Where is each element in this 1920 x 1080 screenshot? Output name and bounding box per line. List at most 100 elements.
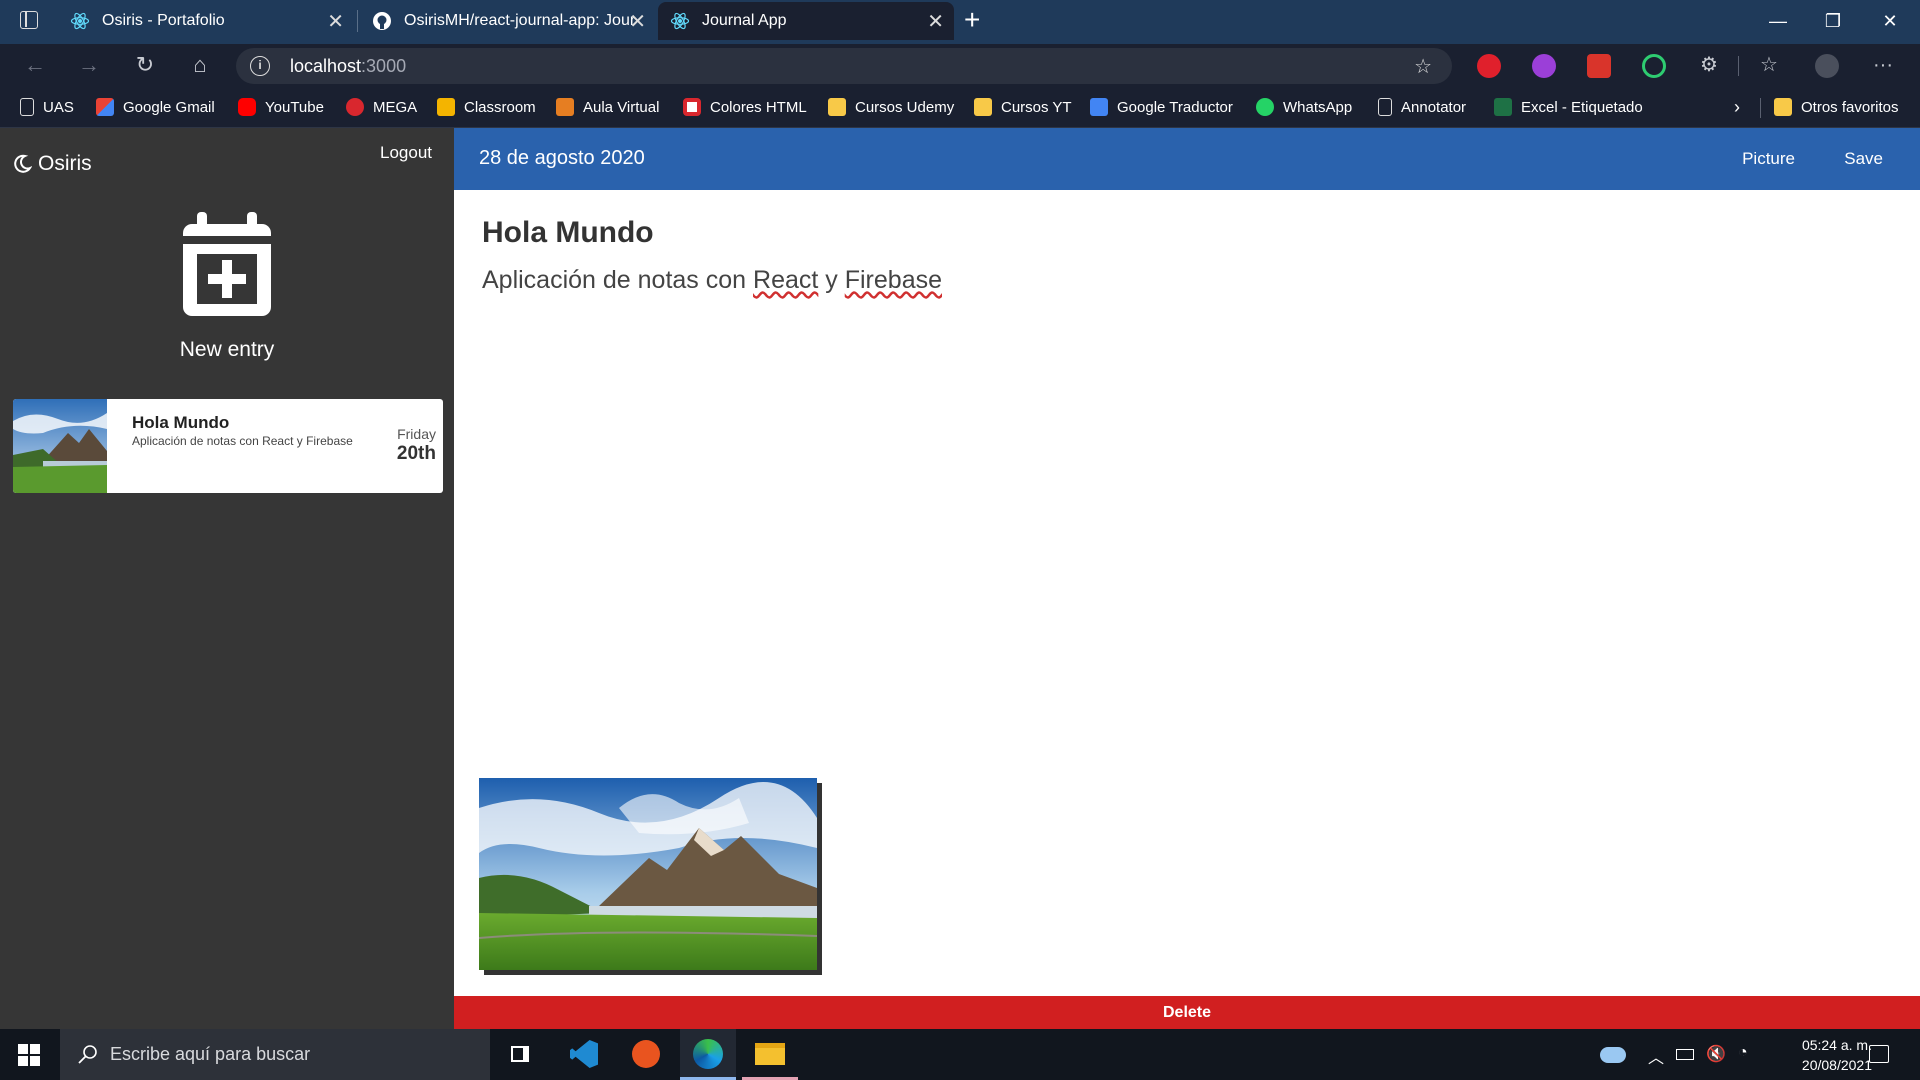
entry-thumbnail	[13, 399, 107, 493]
bookmark-cursos-yt[interactable]: Cursos YT	[974, 95, 1072, 119]
bookmark-aula-virtual[interactable]: Aula Virtual	[556, 95, 659, 119]
volume-muted-icon[interactable]: 🔇	[1706, 1044, 1726, 1064]
battery-icon[interactable]	[1676, 1049, 1694, 1060]
taskbar-search-field[interactable]: Escribe aquí para buscar	[60, 1029, 490, 1080]
note-body-text: Aplicación de notas con	[482, 266, 754, 294]
add-favorite-icon[interactable]: ☆	[1414, 54, 1432, 79]
bookmark-label: WhatsApp	[1283, 98, 1353, 116]
note-date: 28 de agosto 2020	[479, 147, 645, 169]
green-extension-icon[interactable]	[1642, 54, 1666, 78]
tab-github-repo[interactable]: OsirisMH/react-journal-app: Jour ✕	[360, 2, 656, 40]
new-tab-icon[interactable]: +	[964, 4, 980, 36]
windows-start-icon[interactable]	[18, 1044, 40, 1066]
react-icon	[70, 12, 90, 30]
clock-date: 20/08/2021	[1801, 1057, 1872, 1073]
purple-extension-icon[interactable]	[1532, 54, 1556, 78]
bookmark-mega[interactable]: MEGA	[346, 95, 417, 119]
journal-sidebar: Osiris Logout New entry Hola Mundo Aplic…	[0, 128, 454, 1029]
picture-button[interactable]: Picture	[1742, 149, 1795, 169]
new-entry-label[interactable]: New entry	[0, 338, 454, 362]
bookmark-whatsapp[interactable]: WhatsApp	[1256, 95, 1352, 119]
bookmark-cursos-udemy[interactable]: Cursos Udemy	[828, 95, 954, 119]
journal-entry-card[interactable]: Hola Mundo Aplicación de notas con React…	[13, 399, 443, 493]
toolbar-divider	[1738, 56, 1739, 76]
tab-journal-app[interactable]: Journal App ✕	[658, 2, 954, 40]
classroom-icon	[437, 98, 455, 116]
close-tab-icon[interactable]: ✕	[327, 9, 344, 34]
notifications-icon[interactable]	[1869, 1045, 1889, 1063]
tab-osiris-portafolio[interactable]: Osiris - Portafolio ✕	[58, 2, 354, 40]
back-icon[interactable]: ←	[18, 50, 52, 80]
settings-more-icon[interactable]: ···	[1866, 50, 1900, 80]
folder-icon	[974, 98, 992, 116]
bookmark-annotator[interactable]: Annotator	[1378, 95, 1466, 119]
bookmark-label: Cursos Udemy	[855, 98, 955, 116]
bookmark-gmail[interactable]: Google Gmail	[96, 95, 215, 119]
task-view-icon[interactable]	[492, 1029, 548, 1080]
extensions-puzzle-icon[interactable]: ⚙	[1692, 50, 1726, 80]
vscode-icon[interactable]	[556, 1029, 612, 1080]
entry-day: Friday	[397, 426, 436, 442]
note-title-input[interactable]: Hola Mundo	[482, 216, 654, 250]
ubuntu-icon[interactable]	[618, 1029, 674, 1080]
adblock-extension-icon[interactable]	[1477, 54, 1501, 78]
bookmark-label: Aula Virtual	[583, 98, 660, 116]
close-window-icon[interactable]: ✕	[1870, 6, 1910, 36]
note-appbar: 28 de agosto 2020 Picture Save	[454, 128, 1920, 190]
excel-icon	[1494, 98, 1512, 116]
tab-separator	[357, 10, 358, 32]
tab-title: Osiris - Portafolio	[102, 12, 225, 29]
bookmark-label: Google Traductor	[1117, 98, 1233, 116]
forward-icon[interactable]: →	[72, 50, 106, 80]
site-info-icon[interactable]: i	[250, 56, 270, 76]
edge-icon[interactable]	[680, 1029, 736, 1080]
taskbar-clock[interactable]: 05:24 a. m. 20/08/2021	[1802, 1035, 1872, 1075]
close-tab-icon[interactable]: ✕	[629, 9, 646, 34]
refresh-icon[interactable]: ↻	[128, 50, 162, 80]
bookmark-label: Excel - Etiquetado	[1521, 98, 1643, 116]
bookmark-label: UAS	[43, 98, 74, 116]
show-hidden-icons-chevron[interactable]: ︿	[1648, 1044, 1664, 1068]
bookmark-excel-etiquetado[interactable]: Excel - Etiquetado	[1494, 95, 1643, 119]
profile-avatar[interactable]	[1815, 54, 1839, 78]
page-icon	[20, 98, 34, 116]
note-body-textarea[interactable]: Aplicación de notas con React y Firebase	[482, 266, 942, 295]
file-explorer-icon[interactable]	[742, 1029, 798, 1080]
delete-button[interactable]: Delete	[454, 996, 1920, 1029]
red-extension-icon[interactable]	[1587, 54, 1611, 78]
bookmark-classroom[interactable]: Classroom	[437, 95, 536, 119]
search-placeholder: Escribe aquí para buscar	[110, 1044, 311, 1064]
minimize-icon[interactable]: —	[1758, 6, 1798, 36]
note-body-word: React	[753, 266, 819, 294]
bookmark-label: Otros favoritos	[1801, 98, 1899, 116]
bookmark-colores-html[interactable]: Colores HTML	[683, 95, 807, 119]
calendar-plus-icon[interactable]	[183, 212, 271, 316]
bookmark-otros-favoritos[interactable]: Otros favoritos	[1774, 95, 1899, 119]
close-tab-icon[interactable]: ✕	[927, 9, 944, 34]
bookmark-label: MEGA	[373, 98, 418, 116]
bookmark-youtube[interactable]: YouTube	[238, 95, 324, 119]
bookmark-google-traductor[interactable]: Google Traductor	[1090, 95, 1233, 119]
tab-actions-icon[interactable]	[20, 11, 38, 29]
save-button[interactable]: Save	[1844, 149, 1883, 169]
brand-name: Osiris	[38, 152, 92, 175]
url-text: localhost:3000	[290, 56, 407, 76]
onedrive-icon[interactable]	[1600, 1047, 1626, 1063]
bookmark-label: Cursos YT	[1001, 98, 1072, 116]
restore-icon[interactable]: ❐	[1813, 6, 1853, 36]
note-body-word: Firebase	[844, 266, 942, 294]
url-field[interactable]: i localhost:3000 ☆	[236, 48, 1452, 84]
bookmarks-divider	[1760, 98, 1761, 118]
wifi-icon[interactable]: ◔	[1738, 1044, 1748, 1062]
more-bookmarks-chevron-icon[interactable]: ›	[1734, 95, 1740, 119]
entry-body: Aplicación de notas con React y Firebase	[132, 434, 353, 448]
favorites-icon[interactable]: ☆	[1752, 50, 1786, 80]
tab-title: OsirisMH/react-journal-app: Jour	[404, 12, 634, 29]
bookmark-label: YouTube	[265, 98, 324, 116]
tab-title: Journal App	[702, 12, 787, 29]
home-icon[interactable]: ⌂	[183, 50, 217, 80]
logout-button[interactable]: Logout	[380, 143, 432, 163]
bookmark-uas[interactable]: UAS	[20, 95, 74, 119]
bookmark-label: Google Gmail	[123, 98, 215, 116]
gmail-icon	[96, 98, 114, 116]
